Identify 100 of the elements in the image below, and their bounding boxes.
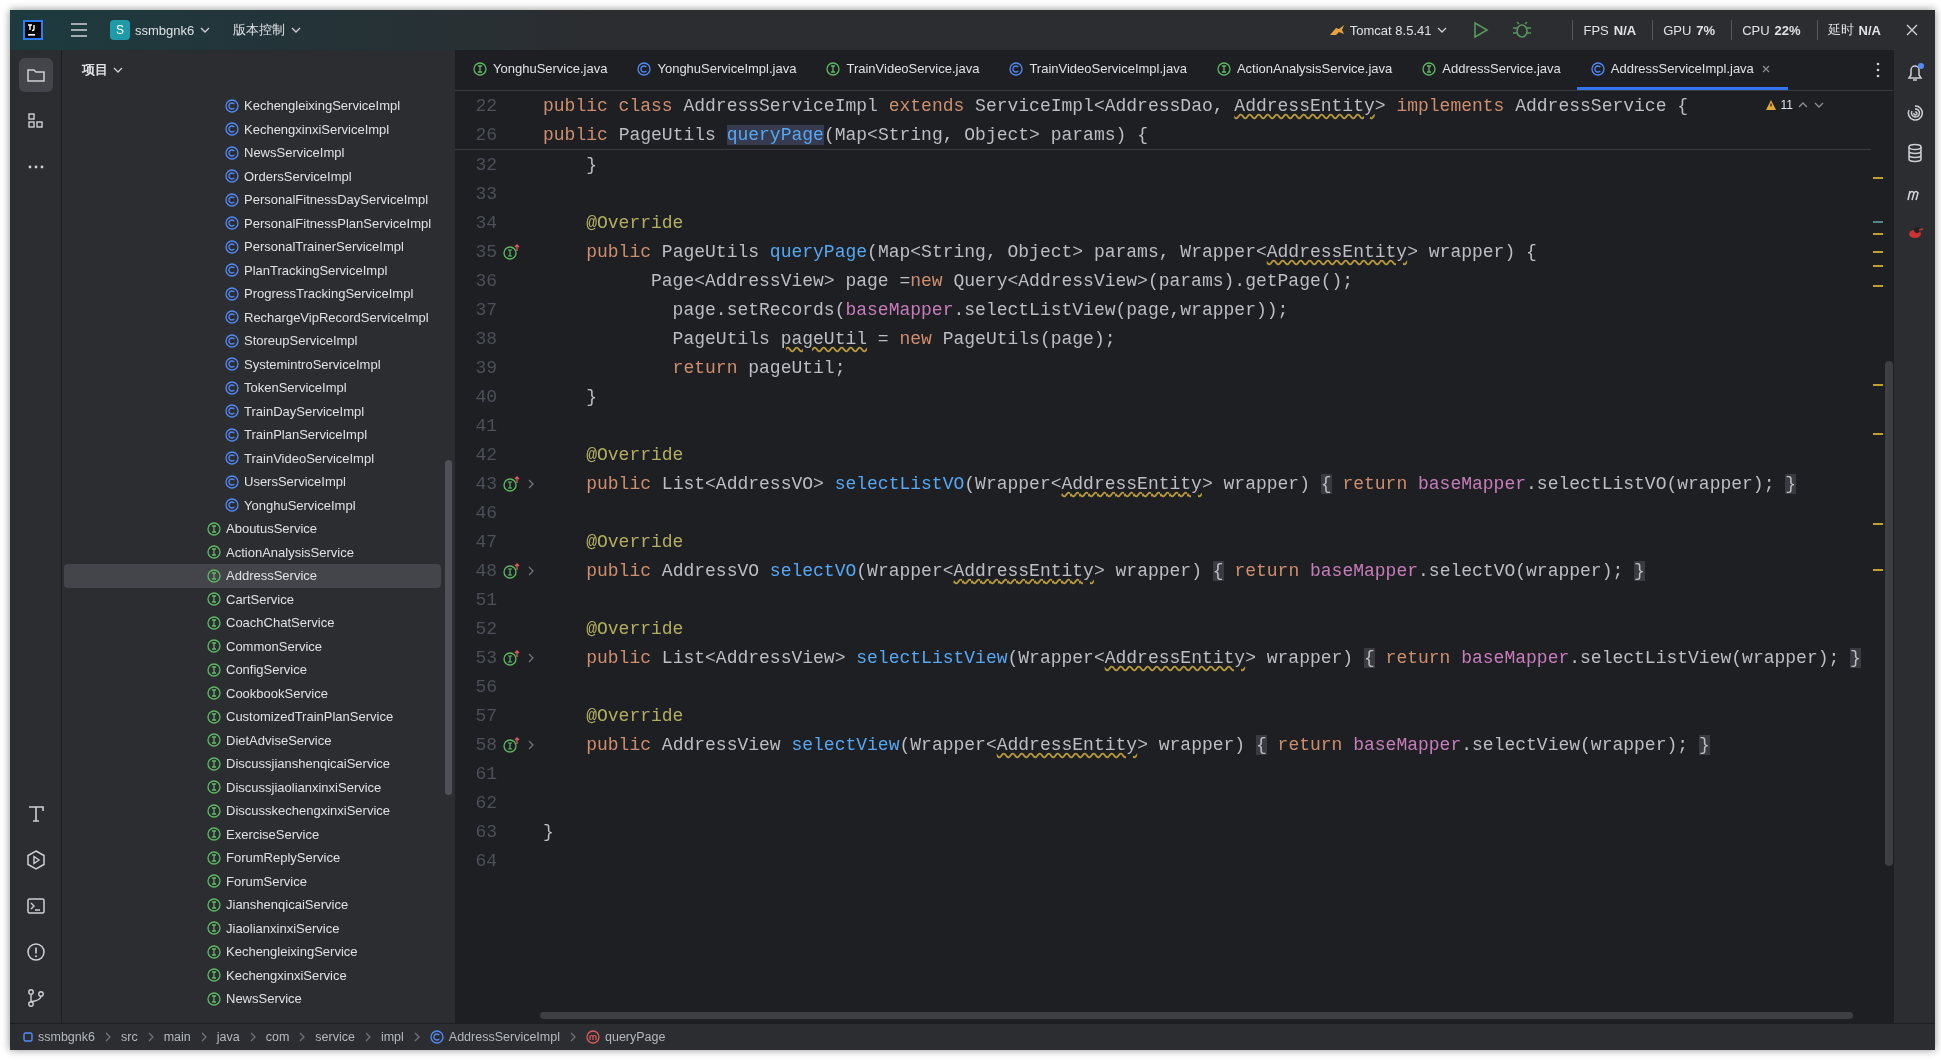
- breadcrumb[interactable]: AddressServiceImpl: [426, 1030, 563, 1044]
- tree-item[interactable]: CartService: [64, 587, 441, 611]
- folder-icon[interactable]: [18, 58, 53, 92]
- tree-item[interactable]: NewsServiceImpl: [64, 141, 441, 165]
- tree-item[interactable]: YonghuServiceImpl: [64, 493, 441, 517]
- interface-icon: [207, 615, 221, 630]
- app-logo-icon[interactable]: [22, 19, 44, 41]
- tree-item[interactable]: PlanTrackingServiceImpl: [64, 258, 441, 282]
- tree-item[interactable]: SystemintroServiceImpl: [64, 352, 441, 376]
- breadcrumb[interactable]: main: [160, 1030, 194, 1044]
- tree-item[interactable]: TrainVideoServiceImpl: [64, 446, 441, 470]
- tree-item[interactable]: CommonService: [64, 634, 441, 658]
- tree-item[interactable]: TrainPlanServiceImpl: [64, 423, 441, 447]
- editor-tab[interactable]: TrainVideoService.java: [812, 50, 996, 90]
- editor-tab[interactable]: ActionAnalysisService.java: [1202, 50, 1409, 90]
- breadcrumb[interactable]: impl: [377, 1030, 407, 1044]
- tree-item[interactable]: RechargeVipRecordServiceImpl: [64, 305, 441, 329]
- class-icon: [225, 357, 239, 372]
- tree-item[interactable]: ForumService: [64, 869, 441, 893]
- code-line: @Override: [585, 212, 684, 233]
- tree-item[interactable]: UsersServiceImpl: [64, 470, 441, 494]
- warning-icon: [1764, 99, 1777, 111]
- tree-item[interactable]: PersonalTrainerServiceImpl: [64, 235, 441, 259]
- code-line: }: [542, 821, 554, 842]
- monitor-value: 7%: [1696, 22, 1716, 38]
- code-line: public List<AddressView> selectListView(Wrapper<AddressEntity> wrapper) { return baseMapper.selectListView(wrapper); }: [585, 647, 1861, 668]
- tree-item[interactable]: ProgressTrackingServiceImpl: [64, 282, 441, 306]
- run-configuration[interactable]: Tomcat 8.5.41: [1320, 18, 1457, 42]
- breadcrumb[interactable]: service: [312, 1030, 358, 1044]
- implements-icon: [503, 735, 521, 754]
- tree-item[interactable]: ForumReplyService: [64, 846, 441, 870]
- tree-item[interactable]: AddressService: [64, 564, 441, 588]
- class-icon: [225, 239, 239, 254]
- tree-item[interactable]: NewsService: [64, 987, 441, 1011]
- tree-item[interactable]: JiaolianxinxiService: [64, 916, 441, 940]
- tree-item[interactable]: ActionAnalysisService: [64, 540, 441, 564]
- project-selector[interactable]: S ssmbgnk6: [102, 16, 220, 44]
- tree-item[interactable]: CoachChatService: [64, 611, 441, 635]
- interface-icon: [1216, 61, 1231, 76]
- tree-item[interactable]: KechengxinxiService: [64, 963, 441, 987]
- interface-icon: [207, 709, 221, 724]
- code-line: @Override: [585, 618, 684, 639]
- interface-icon: [207, 803, 221, 818]
- tree-item[interactable]: ExerciseService: [64, 822, 441, 846]
- module-icon: [23, 1032, 33, 1042]
- editor-tab[interactable]: YonghuServiceImpl.java: [623, 50, 813, 90]
- code-line: public AddressView selectView(Wrapper<AddressEntity> wrapper) { return baseMapper.selectView(wrapper); }: [585, 734, 1710, 755]
- tree-item[interactable]: TokenServiceImpl: [64, 376, 441, 400]
- code-line: @Override: [585, 531, 684, 552]
- scrollbar-thumb[interactable]: [540, 1012, 1853, 1019]
- tree-item[interactable]: DiscusskechengxinxiService: [64, 799, 441, 823]
- code-line: PageUtils pageUtil = new PageUtils(page);: [671, 328, 1116, 349]
- editor-tab[interactable]: YonghuService.java: [459, 50, 624, 90]
- tree-item[interactable]: KechengleixingService: [64, 940, 441, 964]
- tree-item[interactable]: AboutusService: [64, 517, 441, 541]
- implements-icon: [503, 561, 521, 580]
- tree-item[interactable]: TrainDayServiceImpl: [64, 399, 441, 423]
- tree-item[interactable]: OrdersServiceImpl: [64, 164, 441, 188]
- breadcrumb[interactable]: com: [262, 1030, 293, 1044]
- code-line: page.setRecords(baseMapper.selectListView(page,wrapper));: [671, 299, 1289, 320]
- code-line: Page<AddressView> page =new Query<AddressView>(params).getPage();: [650, 270, 1354, 291]
- tree-item[interactable]: DiscussjianshenqicaiService: [64, 752, 441, 776]
- vcs-menu[interactable]: 版本控制: [225, 17, 311, 43]
- monitor-label: GPU: [1663, 22, 1692, 38]
- editor-tab[interactable]: AddressServiceImpl.java: [1576, 50, 1788, 90]
- class-icon: [225, 98, 239, 113]
- interface-icon: [826, 61, 841, 76]
- tree-item[interactable]: ConfigService: [64, 658, 441, 682]
- class-icon: [225, 192, 239, 207]
- interface-icon: [1422, 61, 1437, 76]
- scrollbar-thumb[interactable]: [445, 460, 452, 795]
- breadcrumb[interactable]: java: [213, 1030, 243, 1044]
- code-line: return pageUtil;: [671, 357, 846, 378]
- interface-icon: [207, 780, 221, 795]
- tree-item[interactable]: JianshenqicaiService: [64, 893, 441, 917]
- breadcrumb[interactable]: src: [118, 1030, 141, 1044]
- tree-item[interactable]: KechengleixingServiceImpl: [64, 94, 441, 118]
- editor-tab[interactable]: TrainVideoServiceImpl.java: [995, 50, 1203, 90]
- interface-icon: [207, 944, 221, 959]
- monitor-value: N/A: [1613, 22, 1637, 38]
- breadcrumb[interactable]: ssmbgnk6: [20, 1030, 98, 1044]
- interface-icon: [207, 686, 221, 701]
- tree-item[interactable]: DietAdviseService: [64, 728, 441, 752]
- tree-item[interactable]: PersonalFitnessPlanServiceImpl: [64, 211, 441, 235]
- interface-icon: [207, 874, 221, 889]
- class-icon: [637, 61, 652, 76]
- tree-item[interactable]: CookbookService: [64, 681, 441, 705]
- inspection-count[interactable]: 11: [1780, 98, 1793, 112]
- tree-item[interactable]: KechengxinxiServiceImpl: [64, 117, 441, 141]
- breadcrumb[interactable]: queryPage: [583, 1030, 669, 1044]
- tree-item[interactable]: CustomizedTrainPlanService: [64, 705, 441, 729]
- panel-title[interactable]: 项目: [76, 60, 130, 80]
- tree-item[interactable]: DiscussjiaolianxinxiService: [64, 775, 441, 799]
- editor-tab[interactable]: AddressService.java: [1408, 50, 1577, 90]
- class-icon: [1590, 61, 1605, 76]
- class-icon: [225, 145, 239, 160]
- tree-item[interactable]: PersonalFitnessDayServiceImpl: [64, 188, 441, 212]
- tree-item[interactable]: StoreupServiceImpl: [64, 329, 441, 353]
- implements-icon: [503, 242, 521, 261]
- scrollbar-thumb[interactable]: [1885, 361, 1893, 866]
